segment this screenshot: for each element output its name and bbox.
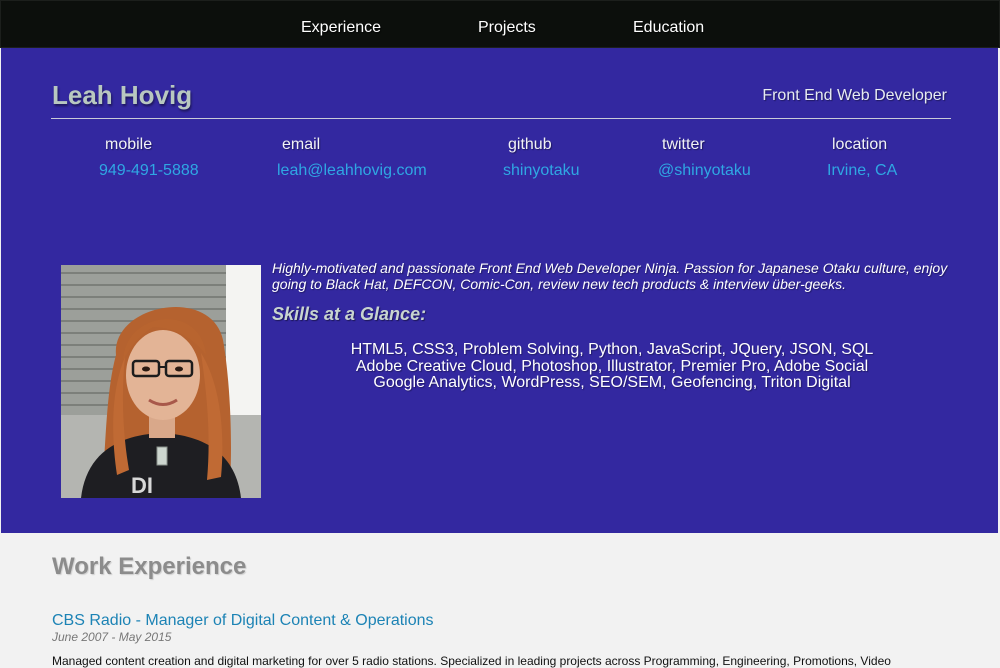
nav-education[interactable]: Education bbox=[633, 1, 704, 47]
contact-mobile-link[interactable]: 949-491-5888 bbox=[99, 162, 199, 180]
contact-label-email: email bbox=[282, 136, 321, 153]
job-description: Managed content creation and digital mar… bbox=[52, 654, 891, 668]
work-experience-heading: Work Experience bbox=[52, 553, 247, 580]
contact-location-link[interactable]: Irvine, CA bbox=[827, 162, 897, 180]
contact-email-link[interactable]: leah@leahhovig.com bbox=[277, 162, 427, 180]
contact-label-github: github bbox=[508, 136, 552, 153]
skills-line: HTML5, CSS3, Problem Solving, Python, Ja… bbox=[350, 341, 874, 358]
skills-line: Google Analytics, WordPress, SEO/SEM, Ge… bbox=[373, 374, 851, 391]
profile-photo: DI bbox=[61, 265, 261, 498]
nav-experience[interactable]: Experience bbox=[301, 1, 381, 47]
profile-name: Leah Hovig bbox=[52, 80, 193, 110]
contact-github-link[interactable]: shinyotaku bbox=[503, 162, 580, 180]
job-title-link[interactable]: CBS Radio - Manager of Digital Content &… bbox=[52, 612, 434, 630]
svg-text:DI: DI bbox=[131, 473, 153, 498]
job-dates: June 2007 - May 2015 bbox=[52, 630, 172, 644]
skills-heading: Skills at a Glance: bbox=[272, 304, 427, 324]
header-divider bbox=[51, 118, 951, 119]
nav-projects[interactable]: Projects bbox=[478, 1, 536, 47]
skills-line: Adobe Creative Cloud, Photoshop, Illustr… bbox=[355, 357, 869, 375]
profile-summary: Highly-motivated and passionate Front En… bbox=[272, 260, 948, 292]
contact-label-location: location bbox=[832, 136, 888, 153]
contact-twitter-link[interactable]: @shinyotaku bbox=[658, 162, 751, 180]
top-nav: Experience Projects Education bbox=[0, 0, 1000, 48]
contact-label-twitter: twitter bbox=[662, 136, 705, 153]
skills-list: HTML5, CSS3, Problem Solving, Python, Ja… bbox=[272, 341, 952, 392]
contact-label-mobile: mobile bbox=[105, 136, 153, 153]
profile-role: Front End Web Developer bbox=[762, 87, 947, 104]
